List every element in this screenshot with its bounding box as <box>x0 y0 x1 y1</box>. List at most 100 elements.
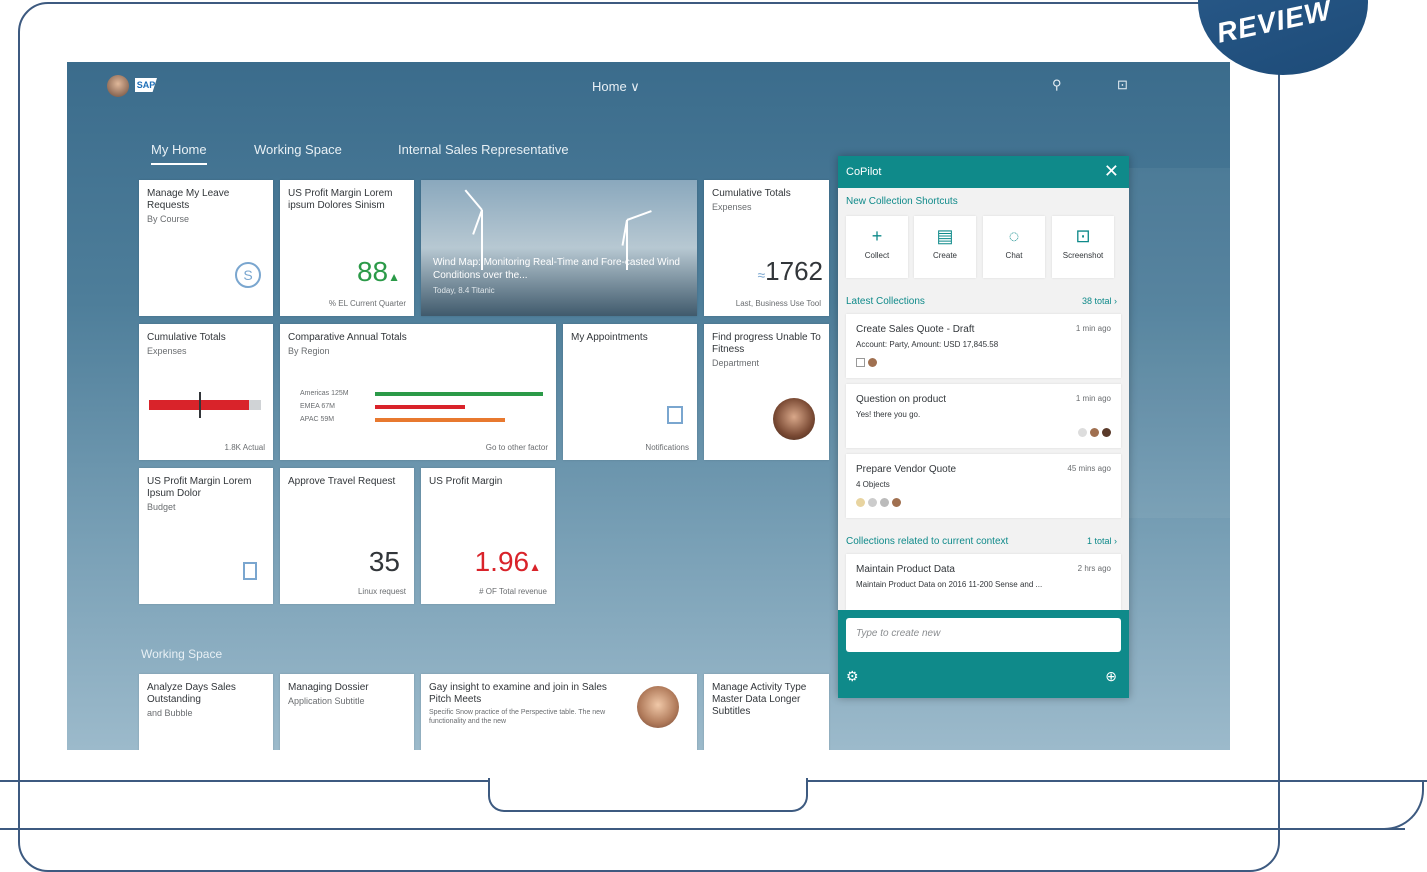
avatar <box>892 498 901 507</box>
turbine-blade <box>626 210 652 221</box>
collection-card[interactable]: Create Sales Quote - Draft 1 min ago Acc… <box>846 314 1121 378</box>
notification-icon[interactable]: ⊡ <box>1117 77 1128 93</box>
app-screen: SAP Home ∨ ⚲ ⊡ My Home Working Space Int… <box>67 62 1230 750</box>
camera-icon: ⊡ <box>1075 226 1091 246</box>
avatar <box>1090 428 1099 437</box>
card-desc: Maintain Product Data on 2016 11-200 Sen… <box>856 580 1043 589</box>
person-photo <box>637 686 679 728</box>
tile-find-progress[interactable]: Find progress Unable To Fitness Departme… <box>704 324 829 460</box>
related-more-link[interactable]: 1 total › <box>1087 536 1117 546</box>
tile-cumulative-totals[interactable]: Cumulative Totals Expenses ≈1762 Last, B… <box>704 180 829 316</box>
tile-title: US Profit Margin <box>429 476 503 487</box>
bar-apac <box>375 418 505 422</box>
tile-profit-margin[interactable]: US Profit Margin Lorem ipsum Dolores Sin… <box>280 180 414 316</box>
kpi-value: 35 <box>368 546 400 577</box>
tab-working-space[interactable]: Working Space <box>254 142 342 157</box>
add-collection-icon[interactable]: ⊕ <box>1105 668 1117 685</box>
tile-subtitle: Expenses <box>147 346 187 356</box>
tile-title: Analyze Days Sales Outstanding <box>147 682 236 705</box>
shortcut-screenshot[interactable]: ⊡ Screenshot <box>1052 216 1114 278</box>
person-photo <box>773 398 815 440</box>
card-desc: Account: Party, Amount: USD 17,845.58 <box>856 340 999 349</box>
card-participants <box>1078 428 1111 437</box>
card-desc: Yes! there you go. <box>856 410 921 419</box>
latest-more-link[interactable]: 38 total › <box>1082 296 1117 306</box>
news-subtitle: Today, 8.4 Titanic <box>433 286 495 295</box>
copilot-footer: Type to create new ⚙ ⊕ <box>838 610 1129 698</box>
tile-wind-map[interactable]: Wind Map: Monitoring Real-Time and Fore-… <box>421 180 697 316</box>
tile-cumulative-totals-2[interactable]: Cumulative Totals Expenses 1.8K Actual <box>139 324 273 460</box>
row-label: APAC 59M <box>300 416 335 423</box>
trend-icon: ≈ <box>757 267 766 283</box>
card-time: 2 hrs ago <box>1077 564 1111 573</box>
shortcut-label: Create <box>932 251 957 260</box>
card-title: Maintain Product Data <box>856 564 955 575</box>
ws-tile[interactable]: Managing Dossier Application Subtitle <box>280 674 414 750</box>
tile-subtitle: Expenses <box>712 202 752 212</box>
tile-footer: # OF Total revenue <box>479 587 547 596</box>
tile-appointments[interactable]: My Appointments Notifications <box>563 324 697 460</box>
chat-icon: ◌ <box>1008 226 1020 246</box>
close-icon[interactable]: ✕ <box>1104 161 1119 182</box>
tile-title: Manage Activity Type Master Data Longer … <box>712 682 807 717</box>
row-label: Americas 125M <box>300 390 349 397</box>
sap-logo[interactable]: SAP <box>135 78 157 92</box>
laptop-base-bottom <box>0 828 1405 830</box>
tile-subtitle: By Region <box>288 346 330 356</box>
kpi-value: 1.96▲ <box>475 546 541 578</box>
create-new-input[interactable]: Type to create new <box>846 618 1121 652</box>
ws-tile-news[interactable]: Gay insight to examine and join in Sales… <box>421 674 697 750</box>
card-time: 1 min ago <box>1075 324 1111 333</box>
bullet-target-area <box>249 400 261 410</box>
collection-card[interactable]: Question on product 1 min ago Yes! there… <box>846 384 1121 448</box>
tile-subtitle: Department <box>712 358 760 368</box>
tile-subtitle: Specific Snow practice of the Perspectiv… <box>429 709 606 725</box>
card-time: 45 mins ago <box>1067 464 1111 473</box>
card-desc: 4 Objects <box>856 480 890 489</box>
collection-card[interactable]: Prepare Vendor Quote 45 mins ago 4 Objec… <box>846 454 1121 518</box>
tile-approve-travel[interactable]: Approve Travel Request 35 Linux request <box>280 468 414 604</box>
review-badge-label: REVIEW <box>1213 0 1335 49</box>
shortcut-label: Screenshot <box>1062 251 1104 260</box>
working-space-title: Working Space <box>141 647 223 661</box>
copilot-header: CoPilot ✕ <box>838 156 1129 188</box>
kpi-number: 1762 <box>765 256 823 286</box>
tile-title: My Appointments <box>571 332 648 343</box>
tile-profit-margin-2[interactable]: US Profit Margin Lorem Ipsum Dolor Budge… <box>139 468 273 604</box>
tile-leave-requests[interactable]: Manage My Leave Requests By Course S <box>139 180 273 316</box>
ws-tile[interactable]: Manage Activity Type Master Data Longer … <box>704 674 829 750</box>
row-label: EMEA 67M <box>300 403 336 410</box>
trend-up-icon: ▲ <box>388 270 400 284</box>
tile-profit-margin-3[interactable]: US Profit Margin 1.96▲ # OF Total revenu… <box>421 468 555 604</box>
search-icon[interactable]: ⚲ <box>1052 77 1062 93</box>
news-title: Wind Map: Monitoring Real-Time and Fore-… <box>433 257 680 281</box>
shortcut-chat[interactable]: ◌ Chat <box>983 216 1045 278</box>
tile-title: Cumulative Totals <box>147 332 226 343</box>
shell-title[interactable]: Home ∨ <box>592 79 640 95</box>
tile-title: Gay insight to examine and join in Sales… <box>429 682 607 705</box>
related-collections-title: Collections related to current context <box>846 536 1009 547</box>
ws-tile[interactable]: Analyze Days Sales Outstanding and Bubbl… <box>139 674 273 750</box>
avatar <box>868 498 877 507</box>
trend-up-icon: ▲ <box>529 560 541 574</box>
leave-icon: S <box>235 262 261 288</box>
tile-footer: Notifications <box>645 443 689 452</box>
shortcut-collect[interactable]: + Collect <box>846 216 908 278</box>
copilot-panel: CoPilot ✕ New Collection Shortcuts + Coll… <box>838 156 1129 698</box>
tab-my-home[interactable]: My Home <box>151 142 207 165</box>
card-time: 1 min ago <box>1075 394 1111 403</box>
shortcut-create[interactable]: ▤ Create <box>914 216 976 278</box>
tile-comparative-totals[interactable]: Comparative Annual Totals By Region Amer… <box>280 324 556 460</box>
collection-card[interactable]: Maintain Product Data 2 hrs ago Maintain… <box>846 554 1121 610</box>
tile-title: Manage My Leave Requests <box>147 188 230 211</box>
tile-title: Approve Travel Request <box>288 476 396 487</box>
card-attachments <box>856 498 901 507</box>
tile-footer: % EL Current Quarter <box>328 299 406 308</box>
avatar[interactable] <box>107 75 129 97</box>
gear-icon[interactable]: ⚙ <box>846 668 859 685</box>
tile-title: Comparative Annual Totals <box>288 332 407 343</box>
tab-internal-sales[interactable]: Internal Sales Representative <box>398 142 569 157</box>
kpi-number: 88 <box>356 256 389 287</box>
bar-emea <box>375 405 465 409</box>
avatar <box>880 498 889 507</box>
